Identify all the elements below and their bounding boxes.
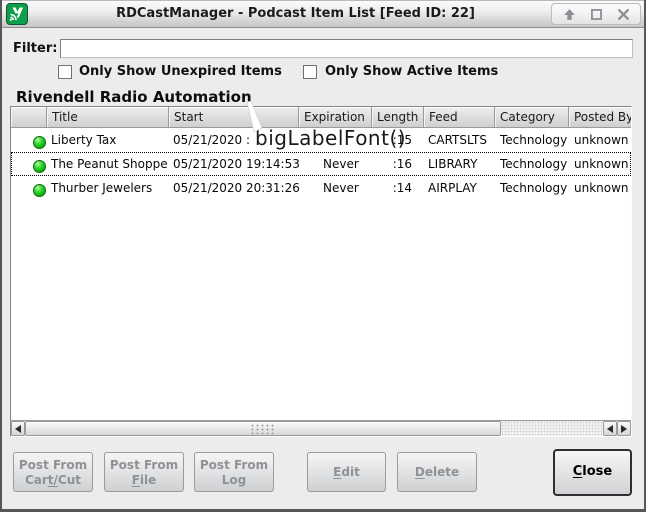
window-controls (551, 3, 641, 25)
only-show-unexpired-label: Only Show Unexpired Items (79, 64, 282, 79)
close-button[interactable]: Close (553, 449, 632, 496)
col-status[interactable] (11, 107, 47, 128)
col-expiration[interactable]: Expiration (299, 107, 372, 128)
table-row[interactable]: Thurber Jewelers 05/21/2020 20:31:26 Nev… (11, 176, 631, 200)
only-show-active-checkbox[interactable] (303, 65, 317, 79)
active-status-icon (33, 160, 46, 173)
only-show-unexpired-checkbox[interactable] (58, 65, 72, 79)
window-title: RDCastManager - Podcast Item List [Feed … (30, 0, 561, 28)
rdcastmanager-window: RDCastManager - Podcast Item List [Feed … (0, 0, 646, 512)
maximize-icon[interactable] (589, 7, 603, 21)
post-from-cartcut-button[interactable]: Post From Cart/Cut (13, 452, 93, 492)
scroll-right-icon[interactable] (617, 421, 631, 436)
edit-button[interactable]: Edit (307, 452, 386, 492)
table-row-selected[interactable]: The Peanut Shoppe 05/21/2020 19:14:53 Ne… (11, 152, 631, 176)
scroll-left-icon[interactable] (603, 421, 617, 436)
titlebar[interactable]: RDCastManager - Podcast Item List [Feed … (0, 0, 646, 28)
col-length[interactable]: Length (372, 107, 424, 128)
col-feed[interactable]: Feed (424, 107, 495, 128)
close-window-icon[interactable] (616, 7, 630, 21)
feed-heading: Rivendell Radio Automation (16, 88, 252, 106)
col-start[interactable]: Start (169, 107, 299, 128)
rivendell-app-icon[interactable] (6, 3, 28, 25)
active-status-icon (33, 184, 46, 197)
shade-icon[interactable] (562, 7, 576, 21)
biglabelfont-annotation: bigLabelFont() (255, 126, 406, 150)
delete-button[interactable]: Delete (397, 452, 477, 492)
podcast-item-table: Title Start Expiration Length Feed Categ… (10, 106, 632, 437)
col-category[interactable]: Category (495, 107, 569, 128)
post-from-log-button[interactable]: Post From Log (194, 452, 274, 492)
horizontal-scrollbar[interactable] (11, 420, 631, 436)
scrollbar-trough[interactable] (501, 421, 603, 436)
only-show-active-label: Only Show Active Items (325, 64, 498, 79)
scroll-left-icon[interactable] (11, 421, 25, 436)
scrollbar-thumb[interactable] (25, 421, 501, 436)
col-title[interactable]: Title (47, 107, 169, 128)
table-header: Title Start Expiration Length Feed Categ… (11, 107, 631, 128)
thumb-grip (250, 423, 276, 434)
active-status-icon (33, 136, 46, 149)
filter-input[interactable] (60, 39, 633, 58)
col-posted-by[interactable]: Posted By (569, 107, 631, 128)
post-from-file-button[interactable]: Post From File (104, 452, 184, 492)
filter-label: Filter: (13, 41, 57, 56)
